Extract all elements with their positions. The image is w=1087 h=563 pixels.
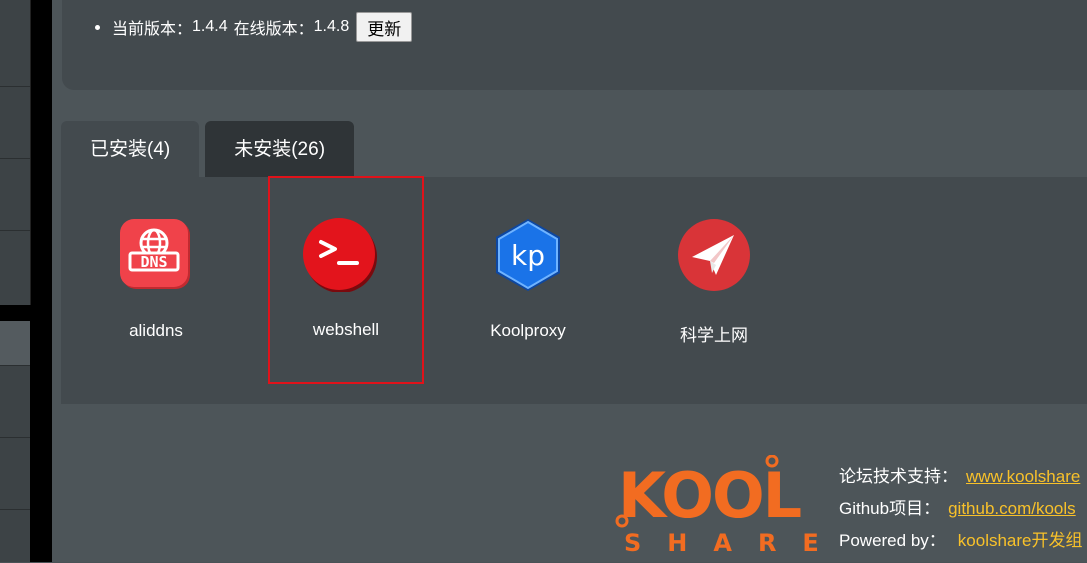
sidebar-item-active[interactable] (0, 321, 30, 365)
powered-label: Powered by： (839, 531, 946, 550)
main-content: 当前版本： 1.4.4 在线版本： 1.4.8 更新 已安装(4) 未安装(26… (52, 0, 1087, 562)
koolshare-logo: KOOL SHARE (615, 455, 824, 555)
app-label: Koolproxy (490, 321, 566, 340)
app-science-internet[interactable]: 科学上网 (639, 177, 789, 383)
app-label: 科学上网 (680, 326, 748, 345)
footer: KOOL SHARE 论坛技术支持： www.koolshare Github项目… (614, 455, 1087, 562)
github-link[interactable]: github.com/kools (948, 499, 1076, 518)
app-koolproxy[interactable]: kp Koolproxy (453, 177, 603, 383)
bullet-icon (95, 24, 100, 30)
installed-apps-panel: DNS aliddns webshell kp Koolproxy 科学上网 (61, 176, 1087, 404)
current-version-label: 当前版本： (112, 21, 193, 38)
app-webshell[interactable]: webshell (268, 176, 424, 384)
github-row: Github项目： github.com/kools (839, 487, 1083, 519)
update-button[interactable]: 更新 (356, 12, 413, 42)
svg-text:DNS: DNS (140, 253, 167, 271)
online-version-label: 在线版本： (233, 21, 314, 38)
sidebar-menu-bottom (0, 321, 30, 562)
app-label: webshell (312, 320, 380, 339)
svg-text:SHARE: SHARE (624, 529, 824, 555)
forum-row: 论坛技术支持： www.koolshare (839, 455, 1083, 487)
tab-bar: 已安装(4) 未安装(26) (61, 121, 360, 177)
forum-link[interactable]: www.koolshare (966, 467, 1080, 486)
powered-row: Powered by： koolshare开发组 (839, 519, 1083, 551)
version-panel: 当前版本： 1.4.4 在线版本： 1.4.8 更新 (62, 0, 1087, 90)
powered-value: koolshare开发组 (957, 531, 1083, 550)
svg-text:KOOL: KOOL (618, 459, 801, 532)
svg-text:kp: kp (511, 239, 545, 272)
version-line: 当前版本： 1.4.4 在线版本： 1.4.8 更新 (95, 12, 413, 42)
online-version: 1.4.8 (313, 18, 350, 35)
app-aliddns[interactable]: DNS aliddns (81, 177, 231, 383)
terminal-icon (303, 218, 377, 292)
sidebar-menu-top (0, 0, 31, 305)
kp-icon: kp (496, 219, 560, 291)
tab-not-installed[interactable]: 未安装(26) (205, 121, 355, 177)
github-label: Github项目： (839, 499, 941, 518)
app-label: aliddns (129, 321, 183, 340)
support-info: 论坛技术支持： www.koolshare Github项目： github.com… (839, 455, 1083, 551)
tab-installed[interactable]: 已安装(4) (61, 121, 200, 177)
forum-label: 论坛技术支持： (839, 467, 958, 486)
current-version: 1.4.4 (192, 18, 228, 35)
paper-plane-icon (678, 219, 750, 291)
dns-icon: DNS (120, 219, 190, 289)
